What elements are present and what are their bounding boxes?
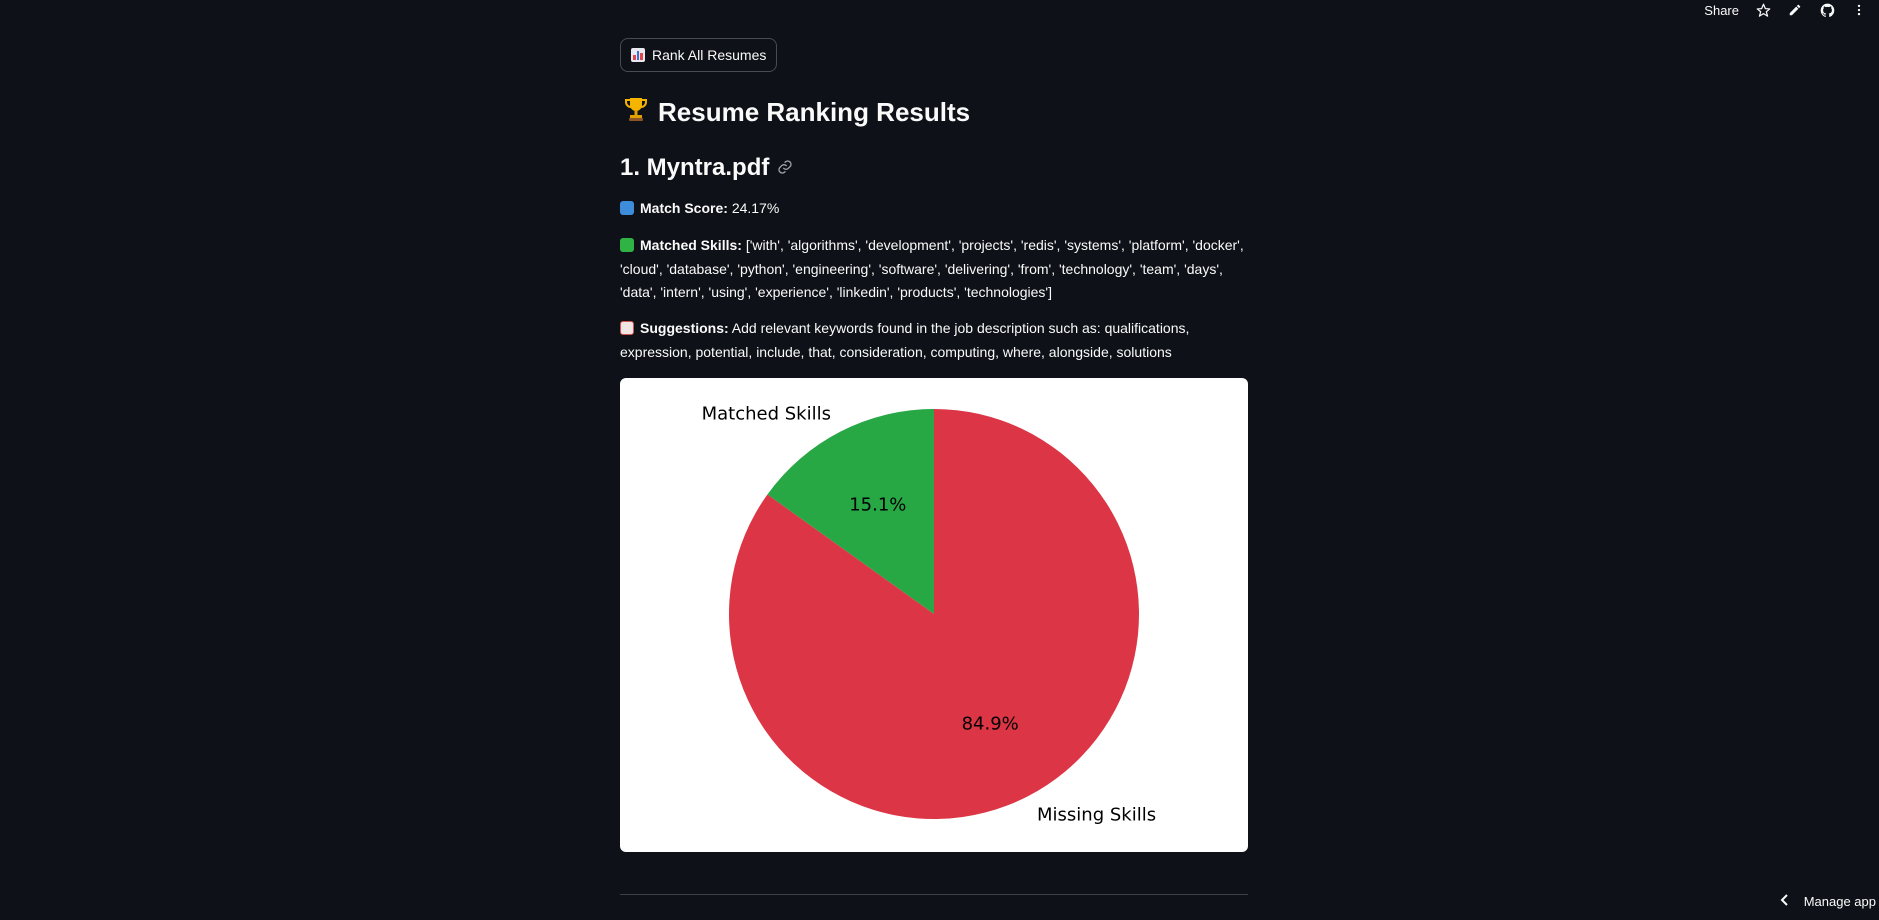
- manage-app-label: Manage app: [1803, 894, 1876, 909]
- numbers-icon: [620, 201, 634, 215]
- star-icon[interactable]: [1755, 2, 1771, 18]
- bar-chart-icon: [631, 48, 645, 62]
- skills-pie-chart: 15.1% Matched Skills 84.9% Missing Skills: [620, 378, 1248, 852]
- memo-icon: [620, 321, 634, 335]
- suggestions-label: Suggestions:: [640, 320, 729, 336]
- section-divider: [620, 894, 1248, 895]
- match-score-line: Match Score: 24.17%: [620, 197, 1248, 221]
- pie-category-label: Matched Skills: [702, 403, 831, 424]
- matched-skills-label: Matched Skills:: [640, 237, 742, 253]
- pie-pct-label: 84.9%: [962, 713, 1019, 734]
- trophy-icon: [624, 96, 648, 129]
- top-toolbar: Share: [1704, 0, 1879, 20]
- share-button[interactable]: Share: [1704, 3, 1739, 18]
- rank-button-label: Rank All Resumes: [652, 47, 767, 63]
- resume-heading-text: 1. Myntra.pdf: [620, 154, 770, 181]
- pie-chart-svg: 15.1% Matched Skills 84.9% Missing Skills: [702, 403, 1156, 826]
- match-score-value: 24.17%: [731, 200, 780, 216]
- pencil-icon[interactable]: [1787, 2, 1803, 18]
- rank-all-resumes-button[interactable]: Rank All Resumes: [620, 38, 778, 72]
- github-icon[interactable]: [1819, 2, 1835, 18]
- page-title-text: Resume Ranking Results: [658, 97, 971, 127]
- link-icon[interactable]: [777, 154, 793, 182]
- page-title: Resume Ranking Results: [624, 96, 970, 129]
- manage-app-button[interactable]: Manage app: [1780, 894, 1876, 909]
- matched-skills-line: Matched Skills: ['with', 'algorithms', '…: [620, 234, 1248, 305]
- pie-pct-label: 15.1%: [849, 495, 906, 516]
- resume-heading: 1. Myntra.pdf: [620, 154, 793, 182]
- match-score-label: Match Score:: [640, 200, 728, 216]
- more-vertical-icon[interactable]: [1851, 2, 1867, 18]
- chevron-left-icon: [1780, 894, 1790, 909]
- suggestions-line: Suggestions: Add relevant keywords found…: [620, 317, 1248, 364]
- pie-category-label: Missing Skills: [1037, 805, 1156, 826]
- check-mark-icon: [620, 238, 634, 252]
